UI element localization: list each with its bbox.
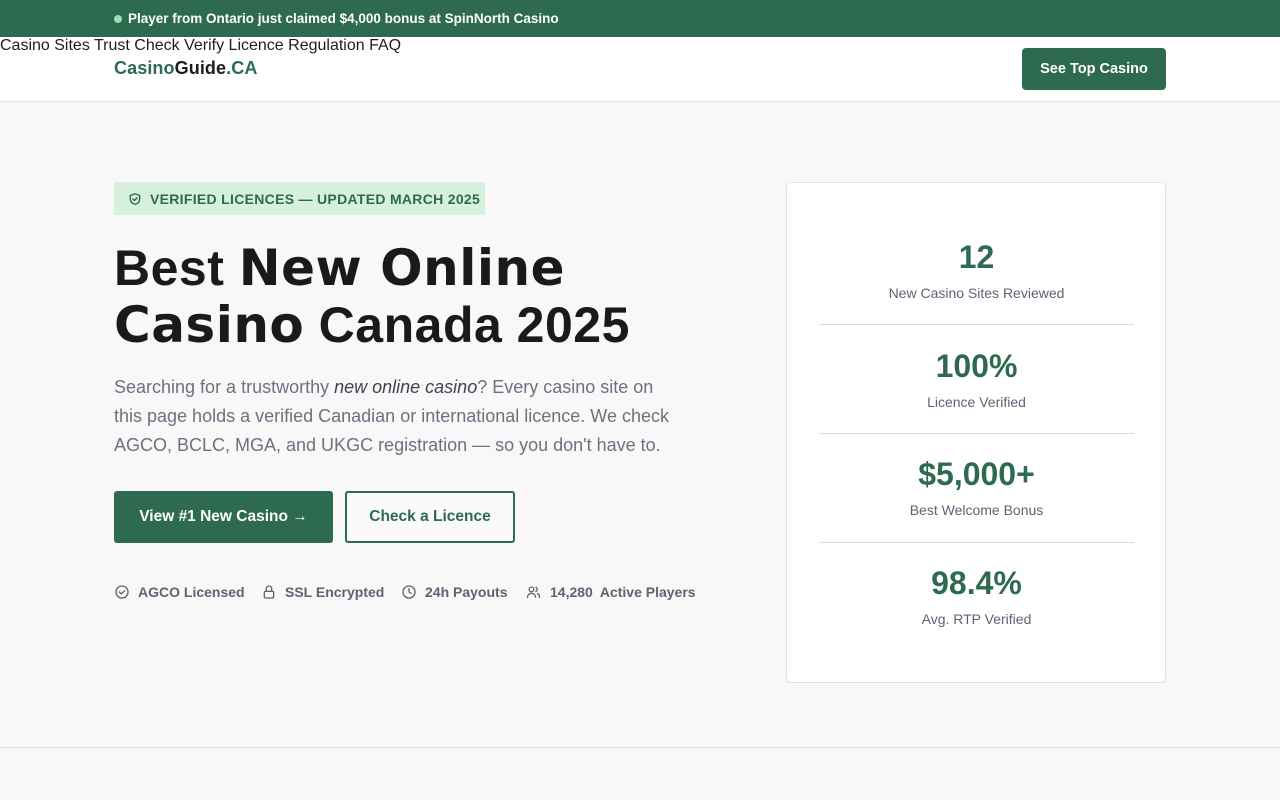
title-part: Best bbox=[114, 240, 239, 296]
stat-label: Licence Verified bbox=[927, 394, 1026, 410]
stat-sites-reviewed: 12 New Casino Sites Reviewed bbox=[819, 239, 1134, 301]
badge-text: VERIFIED LICENCES — UPDATED MARCH 2025 bbox=[150, 190, 481, 207]
lock-icon bbox=[263, 585, 275, 599]
stat-label: New Casino Sites Reviewed bbox=[888, 285, 1065, 301]
nav-item-faq[interactable]: FAQ bbox=[369, 37, 401, 54]
stat-value: 100% bbox=[935, 348, 1018, 384]
page-title: Best New Online Casino Canada 2025 bbox=[114, 240, 734, 354]
trust-label: AGCO Licensed bbox=[138, 584, 245, 600]
trust-item-players: 14,280 Active Players bbox=[525, 584, 696, 600]
lead-emphasis: new online casino bbox=[334, 377, 478, 397]
shield-check-icon bbox=[129, 192, 141, 205]
logo-part-ca: .CA bbox=[226, 58, 258, 78]
stat-label: Best Welcome Bonus bbox=[909, 502, 1044, 518]
stats-card: 12 New Casino Sites Reviewed 100% Licenc… bbox=[786, 182, 1166, 683]
stat-licence-verified: 100% Licence Verified bbox=[819, 348, 1134, 410]
logo-part-casino: Casino bbox=[114, 58, 175, 78]
verified-badge: VERIFIED LICENCES — UPDATED MARCH 2025 bbox=[114, 182, 485, 215]
title-part: New Online bbox=[238, 239, 566, 297]
stat-divider bbox=[819, 324, 1134, 325]
section-divider bbox=[0, 747, 1280, 748]
logo-part-guide: Guide bbox=[174, 58, 227, 78]
stat-label: Avg. RTP Verified bbox=[921, 611, 1032, 627]
active-players-count: 14,280 bbox=[550, 584, 593, 600]
see-top-casino-button[interactable]: See Top Casino bbox=[1022, 48, 1166, 90]
view-top-casino-button[interactable]: View #1 New Casino → bbox=[114, 491, 333, 543]
check-circle-icon bbox=[115, 585, 129, 599]
trust-label: 24h Payouts bbox=[425, 584, 508, 600]
trust-label: SSL Encrypted bbox=[285, 584, 385, 600]
stat-welcome-bonus: $5,000+ Best Welcome Bonus bbox=[819, 456, 1134, 518]
users-icon bbox=[526, 586, 541, 598]
stat-divider bbox=[819, 542, 1134, 543]
trust-label: Active Players bbox=[599, 584, 696, 600]
title-part: Casino bbox=[114, 296, 305, 354]
hero-description: Searching for a trustworthy new online c… bbox=[114, 373, 684, 460]
top-nav: CasinoGuide.CA Casino Sites Trust Check … bbox=[0, 37, 1280, 102]
site-logo[interactable]: CasinoGuide.CA bbox=[114, 58, 257, 79]
clock-icon bbox=[402, 585, 416, 599]
trust-item-ssl: SSL Encrypted bbox=[261, 584, 384, 600]
check-licence-button[interactable]: Check a Licence bbox=[345, 491, 515, 543]
stat-value: $5,000+ bbox=[918, 456, 1035, 492]
ticker-text: Player from Ontario just claimed $4,000 … bbox=[128, 11, 559, 26]
stat-value: 12 bbox=[958, 239, 995, 275]
stat-divider bbox=[819, 433, 1134, 434]
stat-avg-rtp: 98.4% Avg. RTP Verified bbox=[819, 565, 1134, 627]
title-part: Canada 2025 bbox=[304, 297, 630, 353]
live-ticker: Player from Ontario just claimed $4,000 … bbox=[0, 0, 1280, 37]
live-dot-icon bbox=[114, 14, 122, 23]
nav-item-regulation[interactable]: Regulation bbox=[288, 37, 365, 54]
trust-item-agco: AGCO Licensed bbox=[114, 584, 245, 600]
nav-item-casino-sites[interactable]: Casino Sites bbox=[0, 37, 90, 54]
trust-item-payouts: 24h Payouts bbox=[401, 584, 507, 600]
nav-item-trust-check[interactable]: Trust Check bbox=[94, 37, 180, 54]
nav-item-verify-licence[interactable]: Verify Licence bbox=[184, 37, 284, 54]
stat-value: 98.4% bbox=[931, 565, 1022, 601]
lead-text: Searching for a trustworthy bbox=[114, 377, 335, 397]
